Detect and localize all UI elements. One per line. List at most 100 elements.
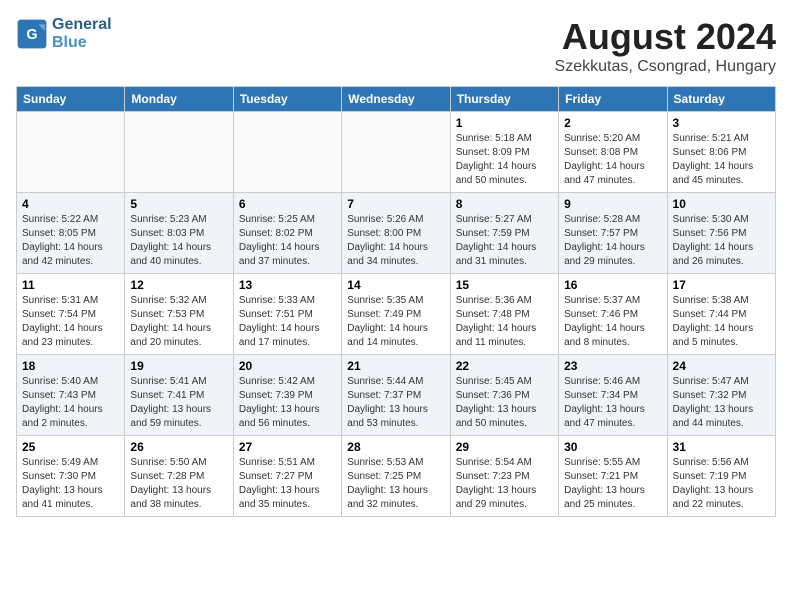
day-number: 18 <box>22 359 119 373</box>
day-header-wednesday: Wednesday <box>342 87 450 112</box>
day-info: Sunrise: 5:46 AM Sunset: 7:34 PM Dayligh… <box>564 375 661 431</box>
calendar-cell: 5 Sunrise: 5:23 AM Sunset: 8:03 PM Daylig… <box>125 193 233 274</box>
day-number: 11 <box>22 278 119 292</box>
day-number: 25 <box>22 440 119 454</box>
day-number: 13 <box>239 278 336 292</box>
day-info: Sunrise: 5:56 AM Sunset: 7:19 PM Dayligh… <box>673 456 770 512</box>
day-number: 22 <box>456 359 553 373</box>
day-info: Sunrise: 5:25 AM Sunset: 8:02 PM Dayligh… <box>239 213 336 269</box>
day-info: Sunrise: 5:55 AM Sunset: 7:21 PM Dayligh… <box>564 456 661 512</box>
day-info: Sunrise: 5:36 AM Sunset: 7:48 PM Dayligh… <box>456 294 553 350</box>
calendar-cell: 11 Sunrise: 5:31 AM Sunset: 7:54 PM Dayli… <box>17 274 125 355</box>
day-number: 1 <box>456 116 553 130</box>
calendar-cell: 23 Sunrise: 5:46 AM Sunset: 7:34 PM Dayli… <box>559 355 667 436</box>
day-info: Sunrise: 5:40 AM Sunset: 7:43 PM Dayligh… <box>22 375 119 431</box>
day-info: Sunrise: 5:35 AM Sunset: 7:49 PM Dayligh… <box>347 294 444 350</box>
day-info: Sunrise: 5:31 AM Sunset: 7:54 PM Dayligh… <box>22 294 119 350</box>
calendar-cell <box>125 112 233 193</box>
day-number: 4 <box>22 197 119 211</box>
day-number: 23 <box>564 359 661 373</box>
calendar-cell: 27 Sunrise: 5:51 AM Sunset: 7:27 PM Dayli… <box>233 436 341 517</box>
calendar-cell: 20Sunrise: 5:42 AM Sunset: 7:39 PM Dayli… <box>233 355 341 436</box>
week-row-1: 1 Sunrise: 5:18 AM Sunset: 8:09 PM Daylig… <box>17 112 776 193</box>
day-number: 14 <box>347 278 444 292</box>
day-info: Sunrise: 5:32 AM Sunset: 7:53 PM Dayligh… <box>130 294 227 350</box>
calendar-cell: 13 Sunrise: 5:33 AM Sunset: 7:51 PM Dayli… <box>233 274 341 355</box>
calendar-cell: 2 Sunrise: 5:20 AM Sunset: 8:08 PM Daylig… <box>559 112 667 193</box>
day-number: 7 <box>347 197 444 211</box>
calendar-cell: 9Sunrise: 5:28 AM Sunset: 7:57 PM Daylig… <box>559 193 667 274</box>
day-info: Sunrise: 5:42 AM Sunset: 7:39 PM Dayligh… <box>239 375 336 431</box>
day-number: 10 <box>673 197 770 211</box>
week-row-2: 4Sunrise: 5:22 AM Sunset: 8:05 PM Daylig… <box>17 193 776 274</box>
day-header-friday: Friday <box>559 87 667 112</box>
day-header-thursday: Thursday <box>450 87 558 112</box>
calendar-cell: 3 Sunrise: 5:21 AM Sunset: 8:06 PM Daylig… <box>667 112 775 193</box>
day-info: Sunrise: 5:26 AM Sunset: 8:00 PM Dayligh… <box>347 213 444 269</box>
day-number: 30 <box>564 440 661 454</box>
day-info: Sunrise: 5:33 AM Sunset: 7:51 PM Dayligh… <box>239 294 336 350</box>
calendar-cell: 16 Sunrise: 5:37 AM Sunset: 7:46 PM Dayli… <box>559 274 667 355</box>
calendar-cell: 10 Sunrise: 5:30 AM Sunset: 7:56 PM Dayli… <box>667 193 775 274</box>
day-number: 26 <box>130 440 227 454</box>
day-info: Sunrise: 5:45 AM Sunset: 7:36 PM Dayligh… <box>456 375 553 431</box>
day-info: Sunrise: 5:27 AM Sunset: 7:59 PM Dayligh… <box>456 213 553 269</box>
day-header-saturday: Saturday <box>667 87 775 112</box>
page-header: G General Blue August 2024 Szekkutas, Cs… <box>16 16 776 76</box>
day-info: Sunrise: 5:21 AM Sunset: 8:06 PM Dayligh… <box>673 132 770 188</box>
day-header-sunday: Sunday <box>17 87 125 112</box>
calendar-cell <box>342 112 450 193</box>
day-info: Sunrise: 5:37 AM Sunset: 7:46 PM Dayligh… <box>564 294 661 350</box>
calendar-cell: 6 Sunrise: 5:25 AM Sunset: 8:02 PM Daylig… <box>233 193 341 274</box>
day-header-monday: Monday <box>125 87 233 112</box>
day-headers-row: SundayMondayTuesdayWednesdayThursdayFrid… <box>17 87 776 112</box>
calendar-cell: 22 Sunrise: 5:45 AM Sunset: 7:36 PM Dayli… <box>450 355 558 436</box>
calendar-cell: 18 Sunrise: 5:40 AM Sunset: 7:43 PM Dayli… <box>17 355 125 436</box>
logo-text-blue: Blue <box>52 34 112 52</box>
calendar-cell: 17 Sunrise: 5:38 AM Sunset: 7:44 PM Dayli… <box>667 274 775 355</box>
calendar-cell: 19Sunrise: 5:41 AM Sunset: 7:41 PM Dayli… <box>125 355 233 436</box>
day-number: 19 <box>130 359 227 373</box>
week-row-3: 11 Sunrise: 5:31 AM Sunset: 7:54 PM Dayli… <box>17 274 776 355</box>
day-number: 17 <box>673 278 770 292</box>
day-number: 27 <box>239 440 336 454</box>
calendar-table: SundayMondayTuesdayWednesdayThursdayFrid… <box>16 86 776 517</box>
day-number: 21 <box>347 359 444 373</box>
day-number: 16 <box>564 278 661 292</box>
day-info: Sunrise: 5:38 AM Sunset: 7:44 PM Dayligh… <box>673 294 770 350</box>
title-area: August 2024 Szekkutas, Csongrad, Hungary <box>555 16 776 76</box>
day-info: Sunrise: 5:23 AM Sunset: 8:03 PM Dayligh… <box>130 213 227 269</box>
day-number: 29 <box>456 440 553 454</box>
day-info: Sunrise: 5:30 AM Sunset: 7:56 PM Dayligh… <box>673 213 770 269</box>
week-row-4: 18 Sunrise: 5:40 AM Sunset: 7:43 PM Dayli… <box>17 355 776 436</box>
day-info: Sunrise: 5:18 AM Sunset: 8:09 PM Dayligh… <box>456 132 553 188</box>
day-number: 12 <box>130 278 227 292</box>
day-info: Sunrise: 5:47 AM Sunset: 7:32 PM Dayligh… <box>673 375 770 431</box>
day-info: Sunrise: 5:51 AM Sunset: 7:27 PM Dayligh… <box>239 456 336 512</box>
calendar-cell: 31Sunrise: 5:56 AM Sunset: 7:19 PM Dayli… <box>667 436 775 517</box>
day-header-tuesday: Tuesday <box>233 87 341 112</box>
calendar-cell <box>233 112 341 193</box>
day-number: 2 <box>564 116 661 130</box>
week-row-5: 25 Sunrise: 5:49 AM Sunset: 7:30 PM Dayli… <box>17 436 776 517</box>
calendar-cell: 15Sunrise: 5:36 AM Sunset: 7:48 PM Dayli… <box>450 274 558 355</box>
calendar-cell: 7 Sunrise: 5:26 AM Sunset: 8:00 PM Daylig… <box>342 193 450 274</box>
day-number: 24 <box>673 359 770 373</box>
calendar-cell: 25 Sunrise: 5:49 AM Sunset: 7:30 PM Dayli… <box>17 436 125 517</box>
day-info: Sunrise: 5:44 AM Sunset: 7:37 PM Dayligh… <box>347 375 444 431</box>
calendar-cell: 8Sunrise: 5:27 AM Sunset: 7:59 PM Daylig… <box>450 193 558 274</box>
day-info: Sunrise: 5:20 AM Sunset: 8:08 PM Dayligh… <box>564 132 661 188</box>
day-number: 6 <box>239 197 336 211</box>
svg-text:G: G <box>26 26 37 42</box>
calendar-cell: 24 Sunrise: 5:47 AM Sunset: 7:32 PM Dayli… <box>667 355 775 436</box>
day-info: Sunrise: 5:49 AM Sunset: 7:30 PM Dayligh… <box>22 456 119 512</box>
logo-icon: G <box>16 18 48 50</box>
day-number: 9 <box>564 197 661 211</box>
calendar-cell <box>17 112 125 193</box>
day-number: 3 <box>673 116 770 130</box>
day-number: 5 <box>130 197 227 211</box>
calendar-cell: 12 Sunrise: 5:32 AM Sunset: 7:53 PM Dayli… <box>125 274 233 355</box>
day-info: Sunrise: 5:54 AM Sunset: 7:23 PM Dayligh… <box>456 456 553 512</box>
day-info: Sunrise: 5:50 AM Sunset: 7:28 PM Dayligh… <box>130 456 227 512</box>
calendar-cell: 30 Sunrise: 5:55 AM Sunset: 7:21 PM Dayli… <box>559 436 667 517</box>
